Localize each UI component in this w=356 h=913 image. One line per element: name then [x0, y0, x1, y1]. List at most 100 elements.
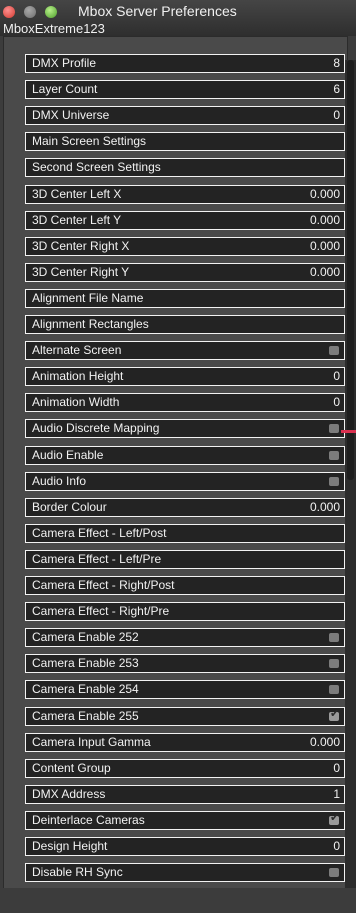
setting-value[interactable]: 0.000 — [310, 212, 340, 229]
setting-value[interactable]: 8 — [333, 55, 340, 72]
setting-label: Border Colour — [32, 499, 107, 514]
setting-label: Camera Effect - Right/Pre — [32, 604, 170, 619]
setting-checkbox[interactable] — [329, 659, 339, 669]
setting-checkbox[interactable]: ✔ — [329, 708, 339, 721]
setting-label: Camera Input Gamma — [32, 734, 151, 749]
setting-label: Alignment File Name — [32, 290, 144, 305]
setting-label: Layer Count — [32, 82, 98, 97]
setting-row-dmx-profile[interactable]: DMX Profile 8 — [25, 54, 345, 73]
setting-checkbox[interactable]: ✔ — [329, 812, 339, 825]
setting-value[interactable]: 0 — [333, 760, 340, 777]
setting-row-disable-rh-sync[interactable]: Disable RH Sync — [25, 863, 345, 883]
window-title: Mbox Server Preferences — [78, 3, 237, 19]
setting-label: Camera Enable 254 — [32, 682, 139, 697]
setting-checkbox[interactable] — [329, 476, 339, 486]
setting-checkbox[interactable] — [329, 450, 339, 460]
setting-label: DMX Universe — [32, 108, 110, 123]
window-bottom-bar — [0, 888, 356, 913]
setting-value[interactable]: 0.000 — [310, 238, 340, 255]
setting-label: Second Screen Settings — [32, 160, 161, 175]
setting-value[interactable]: 6 — [333, 81, 340, 98]
minimize-window-icon[interactable] — [24, 6, 36, 18]
setting-row-dmx-address[interactable]: DMX Address 1 — [25, 784, 345, 804]
setting-row-audio-enable[interactable]: Audio Enable — [25, 445, 345, 465]
checkmark-icon: ✔ — [330, 707, 340, 720]
setting-row-audio-info[interactable]: Audio Info — [25, 471, 345, 491]
setting-label: Design Height — [32, 839, 108, 853]
setting-row-dmx-universe[interactable]: DMX Universe 0 — [25, 106, 345, 126]
settings-panel: DMX Profile 8 Layer Count 6 DMX Universe 0 Mai… — [3, 36, 348, 890]
setting-row-second-screen-settings[interactable]: Second Screen Settings — [25, 158, 345, 178]
setting-row-camera-enable-253[interactable]: Camera Enable 253 — [25, 654, 345, 674]
setting-row-3d-center-left-x[interactable]: 3D Center Left X 0.000 — [25, 184, 345, 204]
scrollbar[interactable] — [345, 60, 356, 888]
setting-row-design-height[interactable]: Design Height 0 — [25, 837, 345, 856]
pointer-indicator — [341, 430, 356, 433]
setting-row-camera-enable-254[interactable]: Camera Enable 254 — [25, 680, 345, 700]
setting-label: Alternate Screen — [32, 343, 122, 358]
setting-checkbox[interactable] — [329, 346, 339, 356]
setting-label: Camera Effect - Left/Pre — [32, 551, 162, 566]
setting-value[interactable]: 0 — [333, 394, 340, 411]
setting-label: Main Screen Settings — [32, 134, 147, 149]
setting-label: Audio Info — [32, 473, 87, 488]
title-bar[interactable]: Mbox Server Preferences MboxExtreme123 — [0, 0, 356, 36]
setting-label: Animation Height — [32, 369, 124, 384]
setting-value[interactable]: 0.000 — [310, 734, 340, 751]
setting-row-layer-count[interactable]: Layer Count 6 — [25, 80, 345, 100]
setting-value[interactable]: 0 — [333, 838, 340, 855]
setting-row-deinterlace-cameras[interactable]: Deinterlace Cameras ✔ — [25, 810, 345, 830]
setting-label: Camera Enable 255 — [32, 708, 139, 723]
setting-row-animation-width[interactable]: Animation Width 0 — [25, 393, 345, 413]
setting-label: 3D Center Right Y — [32, 264, 130, 279]
setting-value[interactable]: 1 — [333, 786, 340, 803]
setting-label: Disable RH Sync — [32, 865, 123, 880]
setting-value[interactable]: 0.000 — [310, 499, 340, 516]
setting-row-camera-enable-252[interactable]: Camera Enable 252 — [25, 628, 345, 648]
setting-row-alignment-rectangles[interactable]: Alignment Rectangles — [25, 315, 345, 334]
setting-label: Content Group — [32, 760, 111, 775]
setting-label: 3D Center Right X — [32, 238, 130, 253]
setting-row-alignment-file-name[interactable]: Alignment File Name — [25, 288, 345, 308]
checkmark-icon: ✔ — [330, 811, 340, 824]
setting-label: Audio Enable — [32, 447, 104, 462]
setting-row-3d-center-left-y[interactable]: 3D Center Left Y 0.000 — [25, 210, 345, 230]
setting-row-camera-effect-right-pre[interactable]: Camera Effect - Right/Pre — [25, 602, 345, 622]
setting-value[interactable]: 0 — [333, 368, 340, 385]
setting-row-camera-effect-right-post[interactable]: Camera Effect - Right/Post — [25, 576, 345, 595]
setting-row-3d-center-right-x[interactable]: 3D Center Right X 0.000 — [25, 236, 345, 256]
setting-row-border-colour[interactable]: Border Colour 0.000 — [25, 497, 345, 517]
setting-row-audio-discrete-mapping[interactable]: Audio Discrete Mapping — [25, 419, 345, 439]
preferences-window: Mbox Server Preferences MboxExtreme123 D… — [0, 0, 356, 913]
device-name: MboxExtreme123 — [3, 21, 105, 36]
setting-row-camera-effect-left-post[interactable]: Camera Effect - Left/Post — [25, 523, 345, 543]
setting-label: DMX Profile — [32, 56, 97, 70]
setting-row-camera-enable-255[interactable]: Camera Enable 255 ✔ — [25, 706, 345, 726]
setting-label: Camera Enable 252 — [32, 630, 139, 645]
setting-row-main-screen-settings[interactable]: Main Screen Settings — [25, 132, 345, 152]
setting-label: 3D Center Left Y — [32, 212, 122, 227]
setting-label: Camera Enable 253 — [32, 656, 139, 671]
setting-label: Camera Effect - Right/Post — [32, 578, 175, 592]
setting-value[interactable]: 0.000 — [310, 264, 340, 281]
setting-row-3d-center-right-y[interactable]: 3D Center Right Y 0.000 — [25, 262, 345, 282]
setting-checkbox[interactable] — [329, 868, 339, 878]
setting-label: Animation Width — [32, 395, 120, 410]
setting-label: DMX Address — [32, 786, 106, 801]
setting-row-animation-height[interactable]: Animation Height 0 — [25, 367, 345, 387]
setting-checkbox[interactable] — [329, 685, 339, 695]
setting-checkbox[interactable] — [329, 633, 339, 643]
scrollbar-thumb[interactable] — [347, 60, 354, 480]
setting-row-alternate-screen[interactable]: Alternate Screen — [25, 341, 345, 361]
setting-label: Alignment Rectangles — [32, 317, 149, 331]
setting-row-content-group[interactable]: Content Group 0 — [25, 758, 345, 778]
setting-label: 3D Center Left X — [32, 186, 122, 201]
zoom-window-icon[interactable] — [45, 6, 57, 18]
setting-value[interactable]: 0 — [333, 107, 340, 124]
setting-label: Audio Discrete Mapping — [32, 421, 160, 436]
setting-row-camera-input-gamma[interactable]: Camera Input Gamma 0.000 — [25, 732, 345, 752]
setting-checkbox[interactable] — [329, 424, 339, 434]
setting-row-camera-effect-left-pre[interactable]: Camera Effect - Left/Pre — [25, 549, 345, 569]
setting-value[interactable]: 0.000 — [310, 186, 340, 203]
close-window-icon[interactable] — [3, 6, 15, 18]
